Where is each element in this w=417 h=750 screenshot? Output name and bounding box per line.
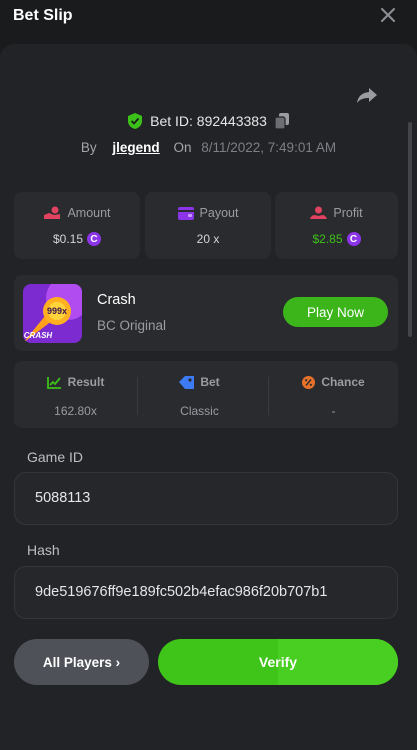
game-thumbnail[interactable]: 999x CRASH xyxy=(23,284,82,343)
by-label: By xyxy=(80,140,97,155)
close-icon[interactable] xyxy=(379,6,397,24)
share-icon[interactable] xyxy=(356,86,378,104)
result-label: Result xyxy=(67,375,105,389)
hash-field[interactable]: 9de519676ff9e189fc502b4efac986f20b707b1 xyxy=(14,566,398,619)
bet-column: Bet Classic xyxy=(138,361,261,428)
coin-icon: C xyxy=(87,232,102,246)
wallet-icon xyxy=(177,206,194,220)
thumb-badge: 999x xyxy=(47,306,67,316)
game-card: 999x CRASH Crash BC Original Play Now xyxy=(14,275,398,351)
verify-button[interactable]: Verify xyxy=(158,639,398,685)
chart-icon xyxy=(46,376,61,389)
amount-icon xyxy=(44,206,61,219)
payout-value: 20 x xyxy=(196,232,220,246)
amount-value: $0.15 xyxy=(52,232,84,246)
payout-label: Payout xyxy=(199,206,239,220)
page-title: Bet Slip xyxy=(13,7,73,24)
coin-icon: C xyxy=(346,232,361,246)
tag-icon xyxy=(179,375,195,389)
copy-icon[interactable] xyxy=(274,113,289,129)
verify-label: Verify xyxy=(258,654,298,670)
profit-card: Profit $2.85 C xyxy=(275,192,398,259)
amount-label: Amount xyxy=(67,206,111,220)
all-players-button[interactable]: All Players › xyxy=(14,639,149,685)
game-id-label: Game ID xyxy=(27,449,84,465)
game-subtitle: BC Original xyxy=(97,318,167,333)
on-label: On xyxy=(173,140,192,155)
chance-value: - xyxy=(331,404,336,418)
username-link[interactable]: jlegend xyxy=(112,140,159,155)
result-column: Result 162.80x xyxy=(14,361,137,428)
game-id-field[interactable]: 5088113 xyxy=(14,472,398,525)
bet-id: Bet ID: 892443383 xyxy=(0,113,417,133)
thumb-title: CRASH xyxy=(24,331,53,340)
hash-value: 9de519676ff9e189fc502b4efac986f20b707b1 xyxy=(35,584,328,600)
hash-label: Hash xyxy=(27,542,60,558)
bet-byline: By jlegend On 8/11/2022, 7:49:01 AM xyxy=(0,140,417,155)
game-id-value: 5088113 xyxy=(35,490,91,506)
bet-label: Bet xyxy=(200,375,220,389)
percent-icon xyxy=(302,375,316,389)
payout-card: Payout 20 x xyxy=(145,192,271,259)
profit-value: $2.85 xyxy=(312,232,343,246)
shield-check-icon xyxy=(128,113,143,129)
play-now-button[interactable]: Play Now xyxy=(283,297,388,327)
result-value: 162.80x xyxy=(54,404,97,418)
profit-icon xyxy=(310,206,328,219)
chance-column: Chance - xyxy=(269,361,398,428)
chance-label: Chance xyxy=(321,375,365,389)
header: Bet Slip xyxy=(0,0,417,44)
bet-info-card: Result 162.80x Bet Classic Chance - xyxy=(14,361,398,428)
bet-date: 8/11/2022, 7:49:01 AM xyxy=(201,140,337,155)
bet-id-text: Bet ID: 892443383 xyxy=(150,113,267,129)
profit-label: Profit xyxy=(333,206,363,220)
game-name: Crash xyxy=(97,292,136,308)
amount-card: Amount $0.15 C xyxy=(14,192,140,259)
bet-value: Classic xyxy=(180,404,219,418)
